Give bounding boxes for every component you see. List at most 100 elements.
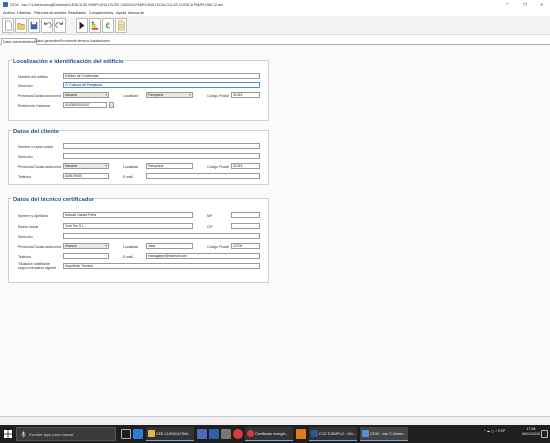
notifications-icon[interactable]: [541, 430, 548, 438]
technician-qualification-field[interactable]: Arquitecto Técnico: [63, 263, 260, 269]
windows-start-icon[interactable]: [4, 430, 12, 438]
redo-icon[interactable]: [54, 18, 66, 33]
menu-resultados[interactable]: Resultados: [68, 11, 86, 15]
technician-section-title: Datos del técnico certificador: [12, 197, 96, 203]
dropbox-icon[interactable]: [209, 429, 219, 439]
technician-locality-label: Localidad: [123, 245, 138, 249]
technician-email-field[interactable]: manugarpe@hotmail.com: [146, 253, 260, 259]
taskbar-search-placeholder: Escribe aquí para buscar: [29, 432, 74, 437]
opera-icon[interactable]: [233, 429, 243, 439]
store-icon[interactable]: [197, 429, 207, 439]
building-province-label: Provincia/Ciudad autónoma: [18, 94, 61, 98]
technician-province-select[interactable]: Huesca ▾: [63, 243, 109, 249]
building-province-select[interactable]: Navarra ▾: [63, 92, 109, 98]
taskbar-task-ce3x[interactable]: CE3X - esc C:\Users...: [360, 427, 408, 441]
rating-icon[interactable]: [89, 18, 101, 33]
taskbar-task-explorer[interactable]: CEE CUENCA PAM...: [146, 427, 194, 441]
client-name-field[interactable]: [63, 143, 260, 149]
client-locality-field[interactable]: Pamplona: [146, 163, 193, 169]
microphone-icon: [21, 431, 26, 438]
building-cadastral-label: Referencia Catastral: [18, 104, 50, 108]
close-button[interactable]: ✕: [540, 2, 543, 7]
tab-datos-generales[interactable]: Datos generales: [34, 38, 61, 45]
technician-name-field[interactable]: Manuel García Peña: [63, 212, 193, 218]
tab-datos-administrativos[interactable]: Datos administrativos: [1, 38, 38, 45]
building-name-field[interactable]: Edificio de 3 viviendas: [63, 73, 260, 79]
tab-envolvente-termica[interactable]: Envolvente térmica: [59, 38, 90, 45]
new-document-icon[interactable]: [2, 18, 14, 33]
technician-postal-label: Código Postal: [207, 245, 229, 249]
client-phone-label: Teléfono: [18, 175, 32, 179]
building-section: Localización e identificación del edific…: [8, 59, 269, 121]
taskbar-task-browser[interactable]: Certificado energét...: [245, 427, 293, 441]
menu-archivo[interactable]: Archivo: [3, 11, 15, 15]
client-name-label: Nombre o razón social: [18, 145, 54, 149]
open-folder-icon[interactable]: [15, 18, 27, 33]
technician-section: Datos del técnico certificador Nombre y …: [8, 197, 269, 283]
main-content: Localización e identificación del edific…: [0, 45, 550, 416]
taskbar-task-word[interactable]: CCE EJEMPLO - Wo...: [309, 427, 357, 441]
undo-icon[interactable]: [41, 18, 53, 33]
ce3x-icon: [362, 430, 369, 437]
task-view-icon[interactable]: [121, 429, 131, 439]
technician-company-field[interactable]: Cesi Tec S.L.: [63, 223, 193, 229]
technician-cif-field[interactable]: [231, 223, 260, 229]
minimize-button[interactable]: –: [506, 1, 509, 7]
svg-text:€: €: [106, 21, 111, 30]
calculate-icon[interactable]: [76, 18, 88, 33]
building-locality-select[interactable]: Pamplona ▾: [146, 92, 193, 98]
building-postal-field[interactable]: 31015: [231, 92, 260, 98]
building-cadastral-field[interactable]: 3100000000167: [63, 102, 107, 108]
system-tray[interactable]: ^ ☁ ◻ ♪ ESP: [484, 429, 505, 433]
building-postal-label: Código Postal: [207, 94, 229, 98]
menu-bar: Archivo Librerías Patrones de sombra Res…: [0, 9, 550, 16]
technician-province-value: Huesca: [65, 244, 77, 248]
building-address-field[interactable]: C/ Cuenca de Pamplona: [63, 82, 260, 88]
client-email-label: E-mail: [123, 175, 133, 179]
chrome-icon: [247, 430, 254, 437]
technician-name-label: Nombre y Apellidos: [18, 214, 49, 218]
chevron-down-icon: ▾: [189, 93, 191, 97]
clock-date: 06/01/2018: [522, 432, 540, 436]
save-icon[interactable]: [28, 18, 40, 33]
client-province-select[interactable]: Navarra ▾: [63, 163, 109, 169]
maximize-button[interactable]: ❐: [523, 2, 527, 7]
powerpoint-icon[interactable]: [296, 429, 306, 439]
building-section-title: Localización e identificación del edific…: [12, 59, 125, 65]
menu-complementos[interactable]: Complementos: [89, 11, 113, 15]
chevron-down-icon: ▾: [105, 93, 107, 97]
technician-locality-field[interactable]: Jaca: [146, 243, 193, 249]
menu-librerias[interactable]: Librerías: [17, 11, 31, 15]
technician-nif-field[interactable]: [231, 212, 260, 218]
camera-icon[interactable]: [221, 429, 231, 439]
word-icon: [311, 430, 318, 437]
edge-icon[interactable]: [133, 429, 143, 439]
technician-cif-label: CIF: [207, 225, 213, 229]
menu-patrones-sombra[interactable]: Patrones de sombra: [34, 11, 66, 15]
technician-address-field[interactable]: [63, 233, 260, 239]
app-icon: [3, 2, 8, 7]
client-province-label: Provincia/Ciudad autónoma: [18, 165, 61, 169]
client-address-field[interactable]: [63, 153, 260, 159]
client-postal-label: Código Postal: [207, 165, 229, 169]
client-postal-field[interactable]: 31015: [231, 163, 260, 169]
tab-instalaciones[interactable]: Instalaciones: [89, 38, 111, 45]
client-email-field[interactable]: [146, 173, 260, 179]
menu-acerca-de[interactable]: Acerca de: [128, 11, 144, 15]
client-locality-label: Localidad: [123, 165, 138, 169]
technician-email-label: E-mail: [123, 255, 133, 259]
client-address-label: Dirección: [18, 155, 33, 159]
menu-ayuda[interactable]: Ayuda: [116, 11, 126, 15]
client-section: Datos del cliente Nombre o razón social …: [8, 129, 269, 185]
euro-icon[interactable]: €: [102, 18, 114, 33]
chevron-down-icon: ▾: [105, 244, 107, 248]
cadastral-lookup-button[interactable]: ...: [109, 102, 114, 108]
taskbar-search-box[interactable]: Escribe aquí para buscar: [16, 427, 116, 441]
client-phone-field[interactable]: 639479600: [63, 173, 109, 179]
technician-phone-field[interactable]: [63, 253, 109, 259]
technician-postal-field[interactable]: 22700: [231, 243, 260, 249]
building-province-value: Navarra: [65, 93, 78, 97]
report-icon[interactable]: [115, 18, 127, 33]
technician-phone-label: Teléfono: [18, 255, 32, 259]
taskbar-clock[interactable]: 17:58 06/01/2018: [522, 427, 540, 437]
